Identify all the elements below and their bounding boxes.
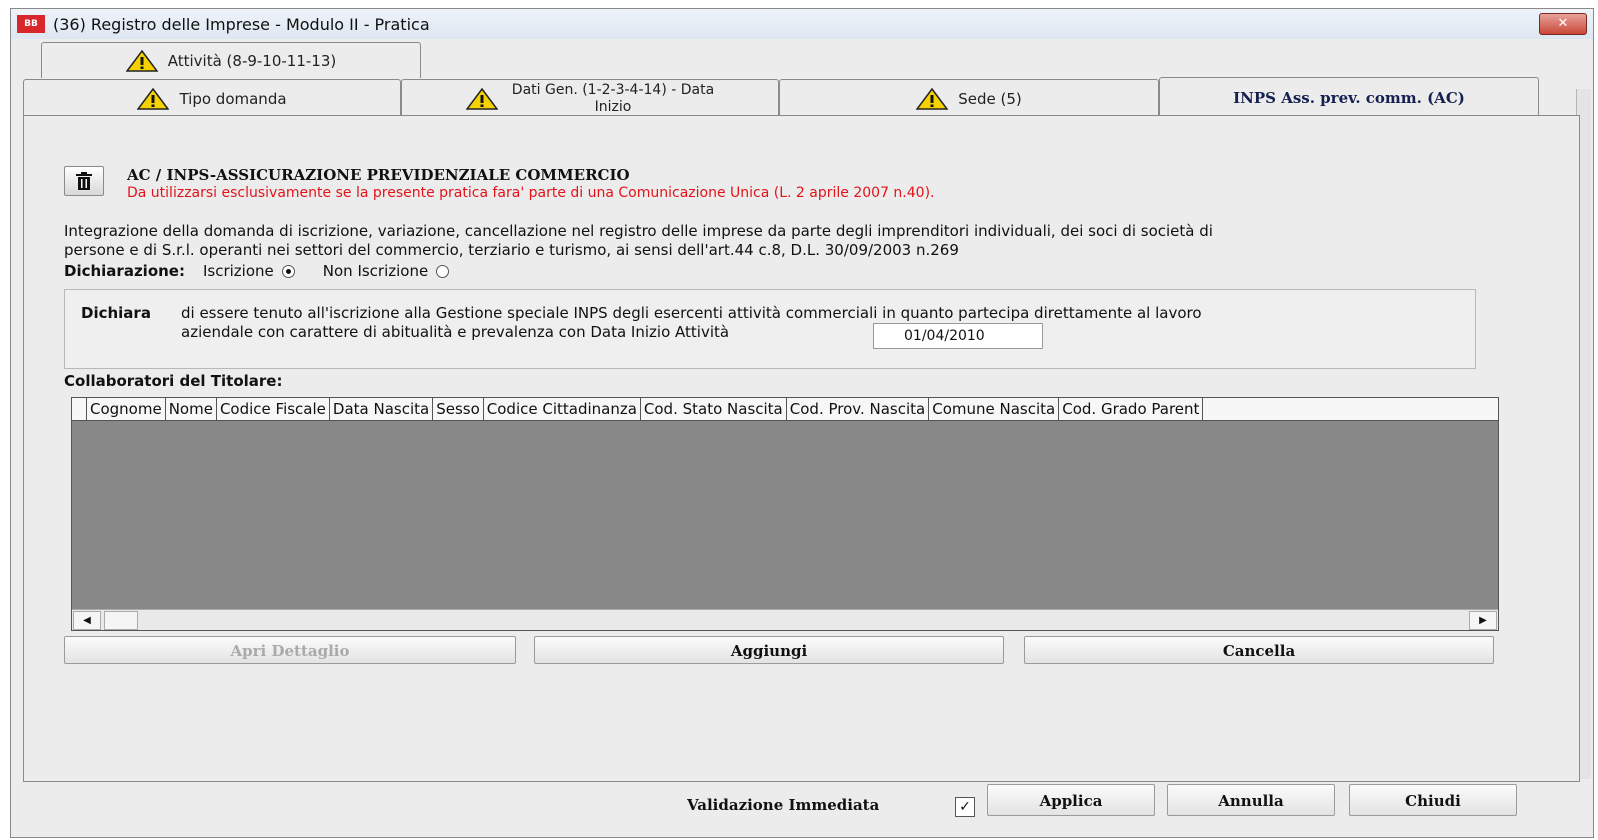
close-button[interactable]: Chiudi	[1349, 784, 1517, 816]
tab-sede-label: Sede (5)	[958, 89, 1022, 108]
collaborators-grid[interactable]: Cognome Nome Codice Fiscale Data Nascita…	[71, 397, 1499, 631]
declaration-text-line-2: aziendale con carattere di abitualità e …	[181, 323, 730, 341]
col-cod-prov-nascita[interactable]: Cod. Prov. Nascita	[787, 398, 930, 420]
tab-attivita[interactable]: Attività (8-9-10-11-13)	[41, 42, 421, 78]
col-comune-nascita[interactable]: Comune Nascita	[929, 398, 1060, 420]
window-title: (36) Registro delle Imprese - Modulo II …	[53, 14, 430, 34]
radio-iscrizione[interactable]	[281, 264, 295, 278]
warning-icon	[465, 87, 498, 110]
comunica-warning-note: Da utilizzarsi esclusivamente se la pres…	[127, 185, 935, 201]
tab-dati-generali-label-line1: Dati Gen. (1-2-3-4-14) - Data	[511, 81, 715, 98]
validation-checkbox[interactable]: ✓	[955, 797, 975, 817]
col-cod-stato-nascita[interactable]: Cod. Stato Nascita	[641, 398, 787, 420]
option-non-iscrizione-label: Non Iscrizione	[322, 262, 429, 280]
tab-inps-label: INPS Ass. prev. comm. (AC)	[1233, 88, 1465, 107]
declaration-box: Dichiara di essere tenuto all'iscrizione…	[64, 289, 1476, 369]
open-detail-button[interactable]: Apri Dettaglio	[64, 636, 516, 664]
content-panel: AC / INPS-ASSICURAZIONE PREVIDENZIALE CO…	[23, 115, 1580, 782]
tab-dati-generali-label-line2: Inizio	[594, 98, 632, 115]
col-codice-fiscale[interactable]: Codice Fiscale	[217, 398, 330, 420]
col-codice-cittadinanza[interactable]: Codice Cittadinanza	[484, 398, 641, 420]
col-sesso[interactable]: Sesso	[433, 398, 484, 420]
radio-non-iscrizione[interactable]	[436, 264, 450, 278]
option-iscrizione-label: Iscrizione	[202, 262, 274, 280]
horizontal-scrollbar[interactable]: ◀ ▶	[72, 609, 1498, 630]
title-bar: BB (36) Registro delle Imprese - Modulo …	[11, 9, 1593, 39]
description-line-1: Integrazione della domanda di iscrizione…	[64, 222, 1213, 240]
add-button[interactable]: Aggiungi	[534, 636, 1004, 664]
section-heading: AC / INPS-ASSICURAZIONE PREVIDENZIALE CO…	[127, 166, 630, 184]
cancel-button[interactable]: Annulla	[1167, 784, 1335, 816]
warning-icon	[137, 87, 170, 110]
grid-header: Cognome Nome Codice Fiscale Data Nascita…	[72, 398, 1498, 421]
declaration-box-label: Dichiara	[81, 304, 151, 322]
col-data-nascita[interactable]: Data Nascita	[330, 398, 434, 420]
scroll-right-icon[interactable]: ▶	[1469, 611, 1497, 630]
trash-button[interactable]	[64, 166, 104, 196]
declaration-text-line-1: di essere tenuto all'iscrizione alla Ges…	[181, 304, 1202, 322]
delete-button[interactable]: Cancella	[1024, 636, 1494, 664]
close-window-button[interactable]: ✕	[1539, 13, 1587, 35]
col-nome[interactable]: Nome	[166, 398, 217, 420]
scroll-thumb[interactable]	[104, 611, 138, 630]
tab-tipo-domanda[interactable]: Tipo domanda	[23, 79, 401, 117]
trash-icon	[76, 172, 92, 190]
col-cognome[interactable]: Cognome	[87, 398, 166, 420]
tab-dati-generali-label: Dati Gen. (1-2-3-4-14) - Data Inizio	[512, 82, 714, 116]
tab-sede[interactable]: Sede (5)	[779, 79, 1159, 117]
validation-label: Validazione Immediata	[687, 796, 880, 814]
main-window: BB (36) Registro delle Imprese - Modulo …	[10, 8, 1594, 838]
tab-inps-active[interactable]: INPS Ass. prev. comm. (AC)	[1159, 77, 1539, 117]
section-description: Integrazione della domanda di iscrizione…	[64, 222, 1504, 260]
tab-attivita-label: Attività (8-9-10-11-13)	[167, 51, 337, 70]
scroll-left-icon[interactable]: ◀	[73, 611, 101, 630]
collaborators-label: Collaboratori del Titolare:	[64, 372, 283, 390]
grid-corner	[72, 398, 87, 420]
tab-dati-generali[interactable]: Dati Gen. (1-2-3-4-14) - Data Inizio	[401, 79, 779, 117]
warning-icon	[916, 87, 949, 110]
declaration-label: Dichiarazione:	[64, 262, 185, 280]
declaration-row: Dichiarazione: Iscrizione Non Iscrizione	[64, 262, 450, 280]
apply-button[interactable]: Applica	[987, 784, 1155, 816]
start-date-field[interactable]: 01/04/2010	[873, 323, 1043, 349]
app-icon: BB	[17, 15, 45, 33]
col-cod-grado-parentela[interactable]: Cod. Grado Parent	[1059, 398, 1204, 420]
tab-tipo-domanda-label: Tipo domanda	[179, 89, 287, 108]
description-line-2: persone e di S.r.l. operanti nei settori…	[64, 241, 959, 259]
warning-icon	[125, 49, 158, 72]
